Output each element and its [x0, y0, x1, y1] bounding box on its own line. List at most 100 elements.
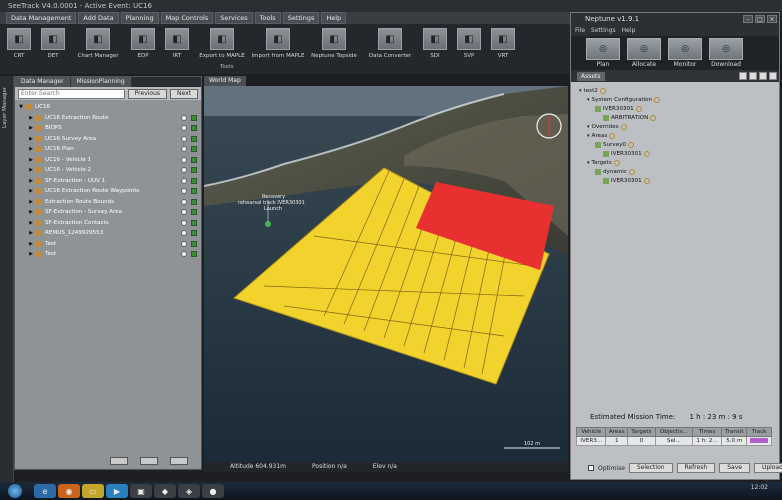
enabled-checkbox[interactable]	[191, 177, 197, 184]
app-icon-4[interactable]: ●	[202, 484, 224, 498]
visibility-icon[interactable]	[181, 177, 187, 184]
visibility-icon[interactable]	[181, 135, 187, 142]
asset-tree-item[interactable]: ▾ System Configuration	[575, 95, 779, 104]
footer-action-1-button[interactable]	[110, 457, 128, 465]
assets-close-button[interactable]	[769, 72, 777, 80]
expand-arrow-icon[interactable]: ▾	[587, 97, 590, 103]
visibility-icon[interactable]	[181, 146, 187, 153]
tool-irt-button[interactable]: ◧ IRT	[160, 24, 194, 74]
app-icon-1[interactable]: ▣	[130, 484, 152, 498]
tree-item[interactable]: ▶ UC16 - Vehicle 1	[17, 155, 201, 166]
media-icon[interactable]: ▶	[106, 484, 128, 498]
tree-item[interactable]: ▶ UC16 - Vehicle 2	[17, 165, 201, 176]
expand-arrow-icon[interactable]: ▶	[27, 220, 35, 226]
visibility-icon[interactable]	[181, 240, 187, 247]
visibility-icon[interactable]	[181, 198, 187, 205]
monitor-button[interactable]: ◎ Monitor	[667, 38, 703, 70]
tree-item[interactable]: ▶ UC16 Extraction Route Waypoints	[17, 186, 201, 197]
upload-button[interactable]: Upload	[753, 463, 782, 473]
visibility-icon[interactable]	[181, 114, 187, 121]
assets-add-button[interactable]	[749, 72, 757, 80]
asset-tree-item[interactable]: IVER30301	[575, 104, 779, 113]
tree-item[interactable]: ▶ REMUS_1249929553	[17, 228, 201, 239]
asset-tree-item[interactable]: ARBITRATION	[575, 113, 779, 122]
visibility-icon[interactable]	[181, 167, 187, 174]
enabled-checkbox[interactable]	[191, 198, 197, 205]
selection-button[interactable]: Selection	[628, 463, 673, 473]
visibility-icon[interactable]	[181, 188, 187, 195]
tree-item[interactable]: ▶ Test	[17, 249, 201, 260]
maximize-button[interactable]: □	[755, 15, 765, 23]
search-input[interactable]	[18, 88, 125, 99]
menu-data-management[interactable]: Data Management	[6, 12, 77, 24]
map-canvas[interactable]: Recovery rehearsal track IVER30301 Launc…	[204, 86, 568, 470]
enabled-checkbox[interactable]	[191, 156, 197, 163]
visibility-icon[interactable]	[181, 219, 187, 226]
asset-tree-item[interactable]: ▾ test2	[575, 86, 779, 95]
expand-arrow-icon[interactable]: ▾	[587, 160, 590, 166]
tree-item[interactable]: ▶ SF-Extraction Contacts	[17, 218, 201, 229]
start-button[interactable]	[8, 484, 22, 498]
enabled-checkbox[interactable]	[191, 188, 197, 195]
enabled-checkbox[interactable]	[191, 167, 197, 174]
visibility-icon[interactable]	[181, 230, 187, 237]
internet-explorer-icon[interactable]: e	[34, 484, 56, 498]
tree-item[interactable]: ▶ BIOPS	[17, 123, 201, 134]
download-button[interactable]: ◎ Download	[708, 38, 744, 70]
tree-item[interactable]: ▼ UC16	[17, 102, 201, 113]
assets-view-button[interactable]	[739, 72, 747, 80]
tab-mission-planning[interactable]: MissionPlanning	[70, 77, 132, 87]
asset-tree-item[interactable]: ▾ Overrides	[575, 122, 779, 131]
tree-item[interactable]: ▶ SF-Extraction - UUV 1	[17, 176, 201, 187]
refresh-button[interactable]: Refresh	[676, 463, 716, 473]
app-icon-3[interactable]: ◈	[178, 484, 200, 498]
expand-arrow-icon[interactable]: ▶	[27, 136, 35, 142]
column-header[interactable]: Track	[746, 427, 772, 437]
tree-item[interactable]: ▶ Test	[17, 239, 201, 250]
footer-action-2-button[interactable]	[140, 457, 158, 465]
system-clock[interactable]: 12:02	[751, 484, 768, 491]
tree-item[interactable]: ▶ UC16 Plan	[17, 144, 201, 155]
minimize-button[interactable]: –	[743, 15, 753, 23]
visibility-icon[interactable]	[181, 125, 187, 132]
tool-neptune-topside-button[interactable]: ◧ Neptune Topside	[306, 24, 362, 74]
plan-button[interactable]: ◎ Plan	[585, 38, 621, 70]
menu-file[interactable]: File	[575, 26, 585, 36]
menu-add-data[interactable]: Add Data	[78, 12, 119, 24]
column-header[interactable]: Targets	[627, 427, 656, 437]
menu-settings[interactable]: Settings	[282, 12, 320, 24]
tool-edp-button[interactable]: ◧ EDP	[126, 24, 160, 74]
tree-item[interactable]: ▶ SF-Extraction - Survey Area	[17, 207, 201, 218]
asset-tree-item[interactable]: Survey0	[575, 140, 779, 149]
menu-tools[interactable]: Tools	[254, 12, 281, 24]
column-header[interactable]: Transit	[721, 427, 748, 437]
tool-sdi-button[interactable]: ◧ SDI	[418, 24, 452, 74]
tree-item[interactable]: ▶ UC16 Survey Area	[17, 134, 201, 145]
column-header[interactable]: Times	[692, 427, 723, 437]
assets-menu-button[interactable]	[759, 72, 767, 80]
next-button[interactable]: Next	[170, 88, 198, 99]
asset-tree-item[interactable]: ▾ Targets	[575, 158, 779, 167]
expand-arrow-icon[interactable]: ▶	[27, 199, 35, 205]
enabled-checkbox[interactable]	[191, 230, 197, 237]
tool-import-from-maple-button[interactable]: ◧ Import from MAPLE	[250, 24, 306, 74]
tool-det-button[interactable]: ◧ DET	[36, 24, 70, 74]
enabled-checkbox[interactable]	[191, 125, 197, 132]
expand-arrow-icon[interactable]: ▶	[27, 241, 35, 247]
tool-data-converter-button[interactable]: ◧ Data Converter	[362, 24, 418, 74]
optimise-checkbox[interactable]	[588, 465, 594, 471]
layer-manager-tab[interactable]: Layer Manager	[0, 76, 14, 496]
menu-planning[interactable]: Planning	[120, 12, 159, 24]
expand-arrow-icon[interactable]: ▶	[27, 230, 35, 236]
enabled-checkbox[interactable]	[191, 146, 197, 153]
tree-item[interactable]: ▶ UC16 Extraction Route	[17, 113, 201, 124]
allocate-button[interactable]: ◎ Allocate	[626, 38, 662, 70]
column-header[interactable]: Areas	[605, 427, 629, 437]
asset-tree-item[interactable]: IVER30301	[575, 149, 779, 158]
tab-world-map[interactable]: World Map	[204, 76, 246, 86]
expand-arrow-icon[interactable]: ▶	[27, 251, 35, 257]
expand-arrow-icon[interactable]: ▶	[27, 188, 35, 194]
save-button[interactable]: Save	[719, 463, 750, 473]
enabled-checkbox[interactable]	[191, 209, 197, 216]
menu-services[interactable]: Services	[215, 12, 253, 24]
